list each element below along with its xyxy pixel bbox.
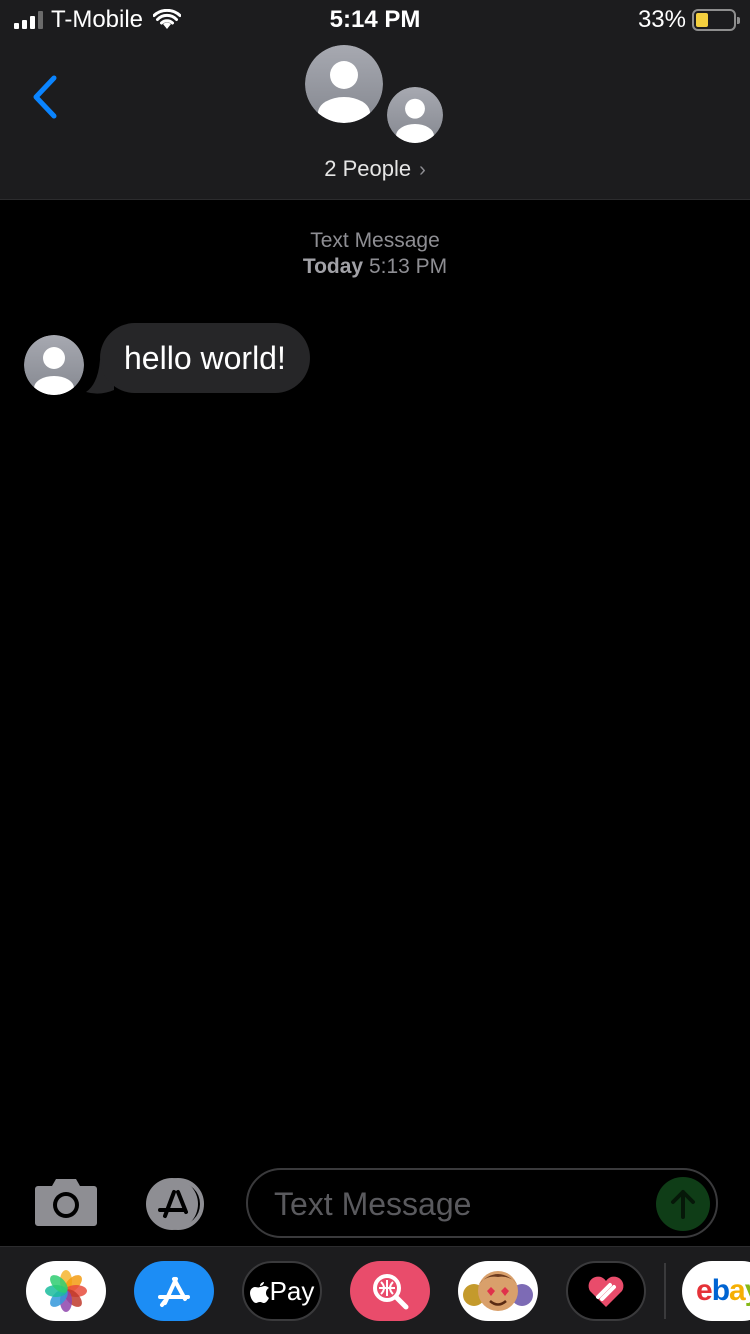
photos-app-button[interactable] <box>26 1261 106 1321</box>
memoji-icon <box>463 1271 533 1311</box>
chevron-right-icon: › <box>419 159 426 181</box>
sender-avatar[interactable] <box>24 335 84 395</box>
apple-pay-label: Pay <box>269 1275 315 1306</box>
heart-app-button[interactable] <box>566 1261 646 1321</box>
back-chevron-icon[interactable] <box>26 72 66 122</box>
status-bar: T-Mobile 5:14 PM 33% <box>0 0 750 40</box>
battery-percent: 33% <box>637 6 686 33</box>
battery-fill <box>696 13 708 27</box>
heart-icon <box>588 1276 624 1307</box>
image-search-icon <box>373 1274 409 1310</box>
app-store-icon <box>158 1277 190 1307</box>
ebay-icon: ebay <box>696 1274 750 1307</box>
time-label: 5:13 PM <box>368 255 448 278</box>
recipients-button[interactable]: 2 People › <box>0 156 750 182</box>
drawer-divider <box>664 1263 666 1319</box>
app-store-toggle-icon[interactable] <box>140 1178 214 1230</box>
photos-icon <box>45 1270 87 1312</box>
ebay-app-button[interactable]: ebay <box>682 1261 750 1321</box>
send-button[interactable] <box>656 1177 710 1231</box>
image-search-app-button[interactable] <box>350 1261 430 1321</box>
arrow-up-icon <box>671 1190 695 1219</box>
thread-timestamp: Text Message Today 5:13 PM <box>0 228 750 280</box>
memoji-app-button[interactable] <box>458 1261 538 1321</box>
message-text: hello world! <box>124 339 286 376</box>
recipient-avatar-2[interactable] <box>384 84 446 146</box>
app-store-app-button[interactable] <box>134 1261 214 1321</box>
battery-icon <box>692 9 740 31</box>
date-label: Today <box>302 255 364 278</box>
camera-icon[interactable] <box>34 1176 98 1228</box>
recipients-label: 2 People <box>324 156 412 181</box>
conversation-header: T-Mobile 5:14 PM 33% 2 People › <box>0 0 750 200</box>
message-bubble-incoming[interactable]: hello world! <box>100 323 310 393</box>
app-drawer: Pay ebay <box>0 1246 750 1334</box>
date-time-label: Today 5:13 PM <box>0 254 750 280</box>
battery-group: 33% <box>637 6 740 34</box>
apple-pay-app-button[interactable]: Pay <box>242 1261 322 1321</box>
apple-logo-icon <box>249 1282 269 1303</box>
message-input[interactable] <box>274 1180 654 1228</box>
service-label: Text Message <box>310 229 440 252</box>
recipient-avatar-1[interactable] <box>305 45 383 123</box>
message-compose-field[interactable] <box>246 1168 718 1238</box>
